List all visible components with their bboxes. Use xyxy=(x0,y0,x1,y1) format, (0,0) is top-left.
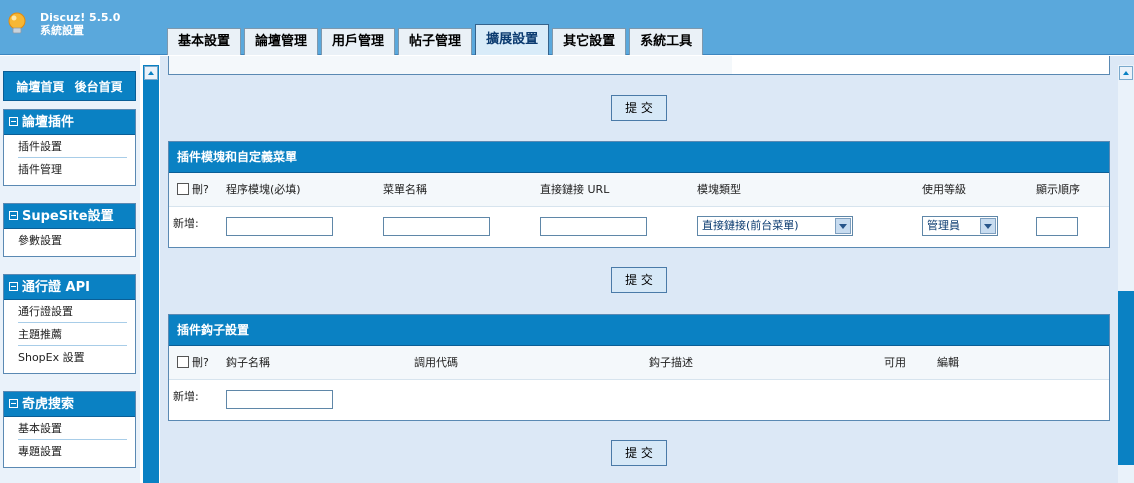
direct-url-header: 直接鏈接 URL xyxy=(540,183,610,196)
sidebar-scrollbar[interactable] xyxy=(143,65,159,483)
lightbulb-logo-icon xyxy=(8,12,26,34)
delete-header: 刪? xyxy=(192,356,209,369)
main-scrollbar[interactable] xyxy=(1118,65,1134,483)
sidebar-panel-qihoo-search: 奇虎搜索 基本設置 專題設置 xyxy=(3,391,136,468)
edit-header: 編輯 xyxy=(937,356,959,369)
module-type-select[interactable]: 直接鏈接(前台菜單) xyxy=(697,216,853,236)
tab-post-management[interactable]: 帖子管理 xyxy=(398,28,473,55)
sidebar-panel-title[interactable]: 奇虎搜索 xyxy=(4,392,135,417)
section-title: 插件模塊和自定義菜單 xyxy=(169,142,1109,173)
sidebar-item-plugin-management[interactable]: 插件管理 xyxy=(18,158,127,181)
table-header-row: 刪? 程序模塊(必填) 菜單名稱 直接鏈接 URL 模塊類型 使用等級 顯示順序 xyxy=(169,173,1109,207)
sidebar-home-bar: 論壇首頁 後台首頁 xyxy=(3,71,136,101)
collapse-icon xyxy=(9,211,18,220)
tab-extension-settings[interactable]: 擴展設置 xyxy=(475,24,550,55)
menu-name-header: 菜單名稱 xyxy=(383,183,427,196)
scroll-thumb[interactable] xyxy=(1118,291,1134,465)
delete-header: 刪? xyxy=(192,183,209,196)
delete-all-checkbox[interactable] xyxy=(177,183,189,195)
scroll-up-icon[interactable] xyxy=(144,66,158,80)
table-header-row: 刪? 鈎子名稱 調用代碼 鈎子描述 可用 編輯 xyxy=(169,346,1109,380)
app-brand: Discuz! 5.5.0 系統設置 xyxy=(40,11,120,37)
program-module-input[interactable] xyxy=(226,217,333,236)
new-label: 新增: xyxy=(173,390,199,403)
sidebar-item-topic-settings[interactable]: 專題設置 xyxy=(18,440,127,463)
usage-level-select[interactable]: 管理員 xyxy=(922,216,998,236)
tab-system-tools[interactable]: 系統工具 xyxy=(629,28,704,55)
display-order-header: 顯示順序 xyxy=(1036,183,1080,196)
sidebar-panel-supesite: SupeSite設置 參數設置 xyxy=(3,203,136,257)
tab-other-settings[interactable]: 其它設置 xyxy=(552,28,627,55)
sidebar-item-passport-settings[interactable]: 通行證設置 xyxy=(18,300,127,323)
collapse-icon xyxy=(9,117,18,126)
forum-home-link[interactable]: 論壇首頁 xyxy=(16,80,64,94)
sidebar-item-parameter-settings[interactable]: 參數設置 xyxy=(18,229,127,252)
plugin-hooks-section: 插件鈎子設置 刪? 鈎子名稱 調用代碼 鈎子描述 可用 編輯 新增: xyxy=(168,314,1110,421)
available-header: 可用 xyxy=(884,356,906,369)
sidebar-panel-title[interactable]: 論壇插件 xyxy=(4,110,135,135)
module-type-header: 模塊類型 xyxy=(697,183,741,196)
main-tabs: 基本設置 論壇管理 用戶管理 帖子管理 擴展設置 其它設置 系統工具 xyxy=(167,24,706,55)
previous-table-bottom xyxy=(168,56,1110,75)
scroll-up-icon[interactable] xyxy=(1119,66,1133,80)
plugin-modules-section: 插件模塊和自定義菜單 刪? 程序模塊(必填) 菜單名稱 直接鏈接 URL 模塊類… xyxy=(168,141,1110,248)
program-module-header: 程序模塊(必填) xyxy=(226,183,301,196)
collapse-icon xyxy=(9,399,18,408)
hook-name-input[interactable] xyxy=(226,390,333,409)
sidebar-item-plugin-settings[interactable]: 插件設置 xyxy=(18,135,127,158)
admin-home-link[interactable]: 後台首頁 xyxy=(75,80,123,94)
tab-basic-settings[interactable]: 基本設置 xyxy=(167,28,242,55)
sidebar: 論壇首頁 後台首頁 論壇插件 插件設置 插件管理 SupeSite設置 參數設置… xyxy=(0,56,140,483)
brand-version: Discuz! 5.5.0 xyxy=(40,11,121,24)
new-module-row: 新增: 直接鏈接(前台菜單) 管理員 xyxy=(169,207,1109,241)
menu-name-input[interactable] xyxy=(383,217,490,236)
submit-button[interactable]: 提 交 xyxy=(611,95,667,121)
sidebar-panel-title[interactable]: 通行證 API xyxy=(4,275,135,300)
app-header: Discuz! 5.5.0 系統設置 基本設置 論壇管理 用戶管理 帖子管理 擴… xyxy=(0,0,1134,55)
delete-all-checkbox[interactable] xyxy=(177,356,189,368)
submit-button[interactable]: 提 交 xyxy=(611,267,667,293)
collapse-icon xyxy=(9,282,18,291)
tab-forum-management[interactable]: 論壇管理 xyxy=(244,28,319,55)
new-label: 新增: xyxy=(173,217,199,230)
call-code-header: 調用代碼 xyxy=(414,356,458,369)
section-title: 插件鈎子設置 xyxy=(169,315,1109,346)
chevron-down-icon xyxy=(835,218,851,234)
direct-url-input[interactable] xyxy=(540,217,647,236)
hook-name-header: 鈎子名稱 xyxy=(226,356,270,369)
new-hook-row: 新增: xyxy=(169,380,1109,414)
usage-level-header: 使用等級 xyxy=(922,183,966,196)
sidebar-panel-plugins: 論壇插件 插件設置 插件管理 xyxy=(3,109,136,186)
sidebar-item-basic-settings[interactable]: 基本設置 xyxy=(18,417,127,440)
main-content: 提 交 插件模塊和自定義菜單 刪? 程序模塊(必填) 菜單名稱 直接鏈接 URL… xyxy=(160,56,1118,483)
sidebar-panel-passport-api: 通行證 API 通行證設置 主題推薦 ShopEx 設置 xyxy=(3,274,136,374)
sidebar-item-shopex-settings[interactable]: ShopEx 設置 xyxy=(18,346,127,369)
hook-desc-header: 鈎子描述 xyxy=(649,356,693,369)
chevron-down-icon xyxy=(980,218,996,234)
sidebar-panel-title[interactable]: SupeSite設置 xyxy=(4,204,135,229)
tab-user-management[interactable]: 用戶管理 xyxy=(321,28,396,55)
sidebar-item-topic-recommend[interactable]: 主題推薦 xyxy=(18,323,127,346)
display-order-input[interactable] xyxy=(1036,217,1078,236)
brand-subtitle: 系統設置 xyxy=(40,24,84,37)
submit-button[interactable]: 提 交 xyxy=(611,440,667,466)
